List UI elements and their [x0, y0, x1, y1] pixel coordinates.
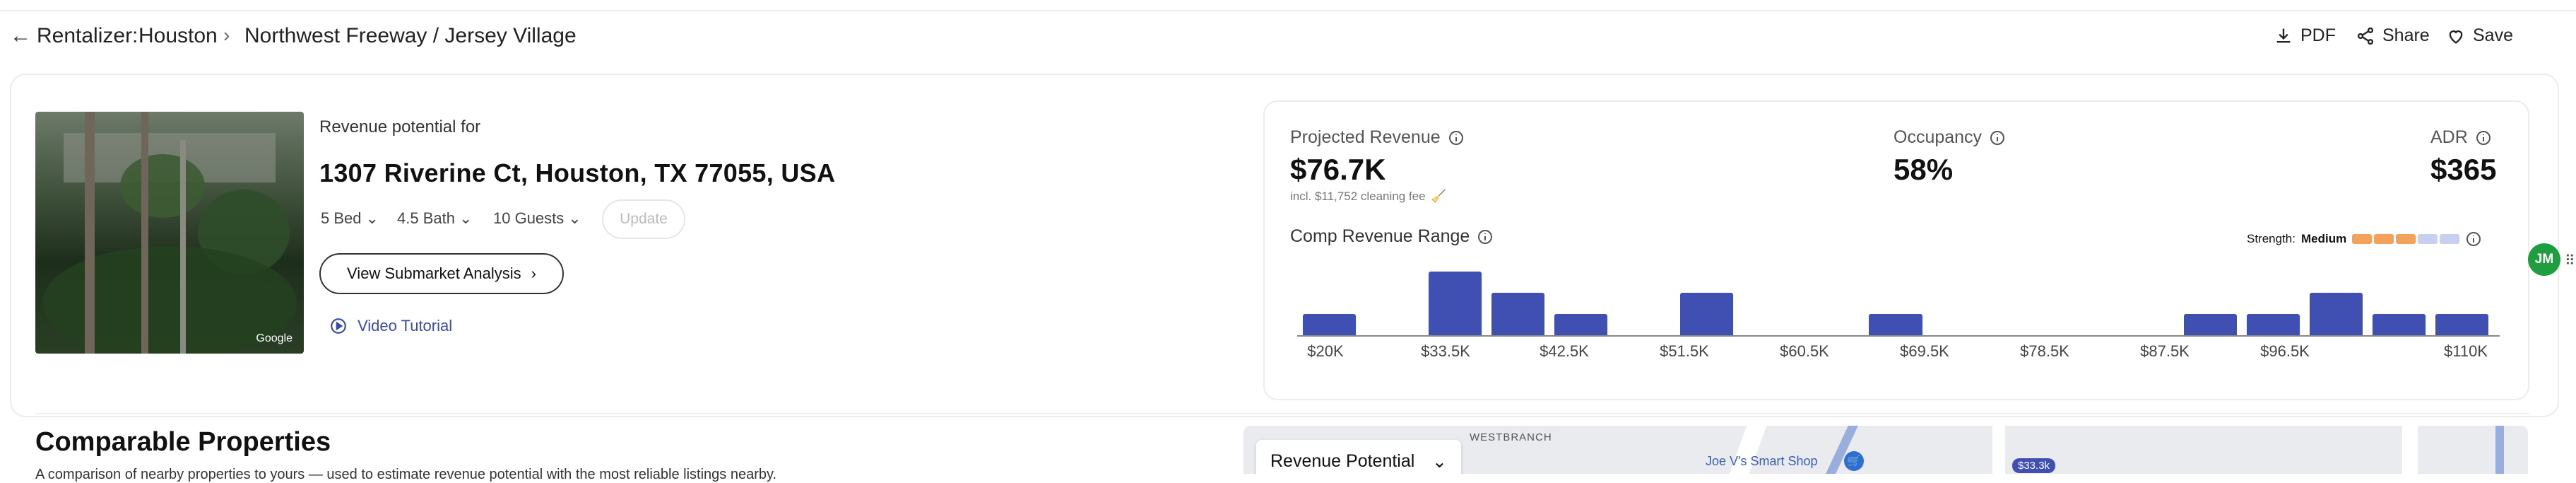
drag-handle-icon[interactable]: ⠿	[2565, 252, 2575, 269]
back-arrow-icon[interactable]: ←	[10, 24, 31, 48]
guests-value: 10 Guests	[493, 209, 565, 227]
breadcrumb-root[interactable]: Rentalizer:	[37, 24, 138, 48]
broom-icon: 🧹	[1431, 190, 1446, 203]
pdf-label: PDF	[2300, 25, 2336, 45]
chevron-right-icon: ›	[223, 24, 230, 46]
map-area-label: WESTBRANCH	[1470, 431, 1552, 443]
section-divider	[35, 413, 2529, 414]
chart-bar[interactable]	[2435, 314, 2488, 335]
chevron-down-icon: ⌄	[365, 209, 379, 227]
breadcrumb-area: Northwest Freeway / Jersey Village	[244, 24, 577, 47]
revenue-potential-dropdown-label: Revenue Potential	[1270, 451, 1415, 471]
strength-meter	[2352, 234, 2460, 244]
beds-selector[interactable]: 5 Bed ⌄	[321, 209, 379, 228]
chart-tick-label: $78.5K	[2020, 342, 2069, 360]
share-button[interactable]: Share	[2356, 25, 2430, 46]
projected-revenue-value: $76.7K	[1290, 153, 1386, 186]
strength-indicator: Strength: Medium	[2247, 231, 2482, 248]
breadcrumb-city[interactable]: Houston	[138, 24, 218, 48]
baths-value: 4.5 Bath	[397, 209, 455, 227]
adr-text: ADR	[2430, 127, 2468, 147]
chart-tick-label: $96.5K	[2260, 342, 2310, 360]
save-button[interactable]: Save	[2446, 25, 2513, 46]
info-icon[interactable]	[2465, 231, 2482, 248]
comp-revenue-range-label: Comp Revenue Range	[1290, 226, 1494, 247]
map-price-marker[interactable]: $33.3k	[2012, 458, 2056, 473]
occupancy-text: Occupancy	[1893, 127, 1983, 147]
video-tutorial-label: Video Tutorial	[358, 317, 453, 334]
chart-bar[interactable]	[1303, 314, 1357, 335]
chevron-right-icon: ›	[531, 264, 536, 282]
chart-tick-label: $33.5K	[1421, 342, 1470, 360]
guests-selector[interactable]: 10 Guests ⌄	[493, 209, 581, 228]
chart-tick-label: $87.5K	[2140, 342, 2190, 360]
submarket-button-label: View Submarket Analysis	[347, 264, 521, 282]
view-submarket-analysis-button[interactable]: View Submarket Analysis ›	[319, 253, 564, 294]
info-icon[interactable]	[1989, 129, 2006, 146]
property-address: 1307 Riverine Ct, Houston, TX 77055, USA	[319, 158, 836, 187]
chart-bar[interactable]	[2183, 314, 2237, 335]
photo-credit: Google	[256, 332, 293, 344]
share-icon	[2357, 27, 2374, 45]
occupancy-value: 58%	[1893, 153, 1954, 186]
chart-bar[interactable]	[1491, 293, 1545, 335]
chart-tick-label: $51.5K	[1660, 342, 1709, 360]
projected-revenue-text: Projected Revenue	[1290, 127, 1441, 147]
chart-bar[interactable]	[1869, 314, 1922, 335]
chart-bar[interactable]	[2309, 293, 2363, 335]
strength-value: Medium	[2301, 232, 2347, 245]
beds-value: 5 Bed	[321, 209, 362, 227]
info-icon[interactable]	[2475, 129, 2492, 146]
adr-label: ADR	[2430, 127, 2492, 148]
top-divider	[0, 10, 2576, 11]
shopping-cart-icon[interactable]: 🛒	[1844, 451, 1864, 471]
download-icon	[2276, 28, 2291, 42]
avatar[interactable]: JM	[2528, 243, 2560, 276]
map-place-label: Joe V's Smart Shop	[1706, 454, 1818, 468]
heart-icon	[2449, 30, 2463, 44]
chevron-down-icon: ⌄	[568, 209, 581, 227]
revenue-potential-dropdown[interactable]: Revenue Potential ⌄	[1256, 440, 1461, 474]
chart-tick-label: $110K	[2444, 342, 2488, 360]
strength-segment	[2352, 234, 2373, 244]
chevron-down-icon: ⌄	[459, 209, 473, 227]
strength-label: Strength:	[2247, 232, 2296, 245]
strength-segment	[2418, 234, 2438, 244]
comparables-map[interactable]: WESTBRANCH Joe V's Smart Shop 🛒 $33.3k R…	[1243, 426, 2528, 474]
cleaning-fee-note: incl. $11,752 cleaning fee 🧹	[1290, 190, 1446, 204]
occupancy-label: Occupancy	[1893, 127, 2006, 148]
property-photo: Google	[35, 112, 304, 354]
adr-value: $365	[2430, 153, 2497, 186]
info-icon[interactable]	[1477, 228, 1494, 245]
chart-bar[interactable]	[2372, 314, 2426, 335]
comparable-properties-description: A comparison of nearby properties to you…	[35, 467, 777, 482]
revenue-potential-label: Revenue potential for	[319, 117, 481, 136]
share-label: Share	[2382, 25, 2430, 45]
chart-tick-label: $69.5K	[1900, 342, 1949, 360]
chart-tick-label: $42.5K	[1540, 342, 1589, 360]
chevron-down-icon: ⌄	[1432, 452, 1447, 472]
pdf-button[interactable]: PDF	[2274, 25, 2336, 46]
strength-segment	[2374, 234, 2394, 244]
cleaning-fee-text: incl. $11,752 cleaning fee	[1290, 190, 1426, 203]
chart-bar[interactable]	[1554, 314, 1608, 335]
chart-bar[interactable]	[1429, 272, 1482, 335]
chart-bar[interactable]	[1680, 293, 1734, 335]
save-label: Save	[2473, 25, 2513, 45]
video-tutorial-link[interactable]: Video Tutorial	[329, 317, 452, 335]
chart-tick-label: $20K	[1307, 342, 1344, 360]
update-button[interactable]: Update	[602, 199, 685, 239]
play-circle-icon	[331, 318, 346, 334]
strength-segment	[2440, 234, 2460, 244]
baths-selector[interactable]: 4.5 Bath ⌄	[397, 209, 472, 228]
chart-bar[interactable]	[2246, 314, 2300, 335]
comp-revenue-range-text: Comp Revenue Range	[1290, 226, 1470, 246]
chart-tick-label: $60.5K	[1780, 342, 1829, 360]
strength-segment	[2396, 234, 2416, 244]
chart-baseline	[1297, 335, 2500, 337]
comparable-properties-title: Comparable Properties	[35, 427, 331, 457]
projected-revenue-label: Projected Revenue	[1290, 127, 1465, 148]
info-icon[interactable]	[1448, 129, 1465, 146]
